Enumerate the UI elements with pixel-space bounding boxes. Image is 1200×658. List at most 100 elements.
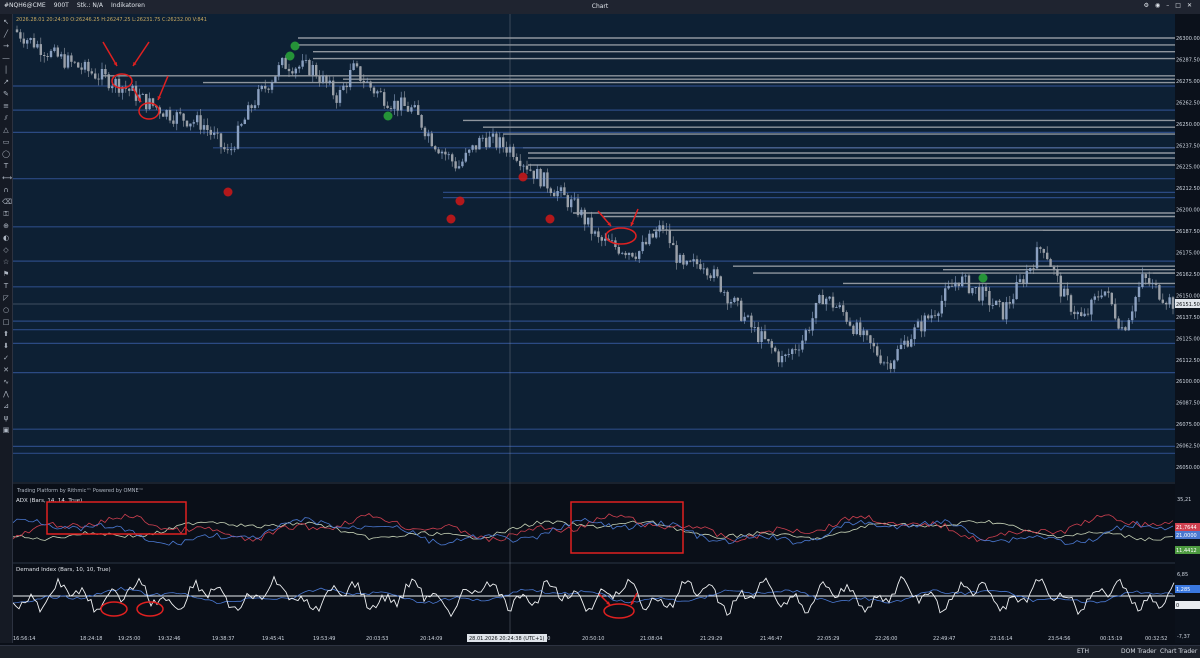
close-icon[interactable]: ✕ <box>1187 2 1192 9</box>
check-tool-icon[interactable]: ✓ <box>2 354 10 362</box>
candle-body <box>56 47 59 57</box>
candle-body <box>321 75 325 83</box>
cross-tool-icon[interactable]: ✕ <box>2 366 10 374</box>
line-tool-icon[interactable]: ╱ <box>2 30 10 38</box>
price-axis-label: 26087.50 <box>1176 401 1200 407</box>
demand-axis-bottom: -7,37 <box>1177 634 1190 640</box>
arrow-down-tool-icon[interactable]: ⬇ <box>2 342 10 350</box>
candle-body <box>675 245 678 263</box>
candle-body <box>1012 299 1015 304</box>
zigzag-tool-icon[interactable]: ⋀ <box>2 390 10 398</box>
magnet-tool-icon[interactable]: ∩ <box>2 186 10 194</box>
channel-tool-icon[interactable]: ⫽ <box>2 114 10 122</box>
candle-body <box>893 360 896 369</box>
measure-tool-icon[interactable]: ⟷ <box>2 174 12 182</box>
candle-body <box>1083 313 1086 317</box>
lock-tool-icon[interactable]: ⚿ <box>2 210 10 218</box>
session-selector[interactable]: ETH <box>1077 648 1089 655</box>
candle-body <box>699 264 702 270</box>
candle-body <box>219 133 223 147</box>
callout-tool-icon[interactable]: ◸ <box>2 294 10 302</box>
zoom-tool-icon[interactable]: ⊕ <box>2 222 10 230</box>
candle-body <box>872 342 875 347</box>
chart-canvas[interactable]: 2026.28.01 20:24:30 O:26246.25 H:26247.2… <box>12 14 1175 643</box>
settings-gear-icon[interactable]: ⚙ <box>1144 2 1149 9</box>
candle-body <box>760 331 763 342</box>
candle-body <box>678 254 682 263</box>
star-tool-icon[interactable]: ☆ <box>2 258 10 266</box>
chart-trader-button[interactable]: Chart Trader <box>1160 648 1197 655</box>
time-axis-label: 19:32:46 <box>158 636 180 642</box>
triangle-tool-icon[interactable]: △ <box>2 126 10 134</box>
candle-body <box>716 269 719 277</box>
stk-field[interactable]: Stk.: N/A <box>77 2 103 9</box>
candle-body <box>648 233 651 245</box>
candle-body <box>481 137 484 139</box>
candle-body <box>1090 299 1093 315</box>
time-axis-label: 16:56:14 <box>13 636 35 642</box>
square-tool-icon[interactable]: □ <box>2 318 10 326</box>
bar-type-selector[interactable]: 900T <box>54 2 69 9</box>
trash-tool-icon[interactable]: ▣ <box>2 426 10 434</box>
value-axis[interactable]: 26300.00 26287.50 26275.00 26262.50 26250.00… <box>1175 14 1200 643</box>
candle-body <box>933 315 937 317</box>
text-tool-icon[interactable]: T <box>2 162 10 170</box>
price-axis-label: 26275.00 <box>1176 79 1200 85</box>
arrow-up-tool-icon[interactable]: ⬆ <box>2 330 10 338</box>
candle-body <box>845 312 848 322</box>
candle-body <box>1097 296 1100 298</box>
candle-body <box>230 149 233 151</box>
indicators-button[interactable]: Indikatoren <box>111 2 145 9</box>
price-panel-bg <box>13 14 1175 482</box>
time-axis-label: 19:45:41 <box>262 636 284 642</box>
candle-body <box>821 295 824 305</box>
time-axis-label: 23:54:56 <box>1048 636 1070 642</box>
cursor-tool-icon[interactable]: ↖ <box>2 18 10 26</box>
ray-tool-icon[interactable]: → <box>2 42 10 50</box>
text-label-tool-icon[interactable]: T <box>2 282 10 290</box>
candle-body <box>83 61 87 70</box>
sell-signal-marker <box>455 196 465 206</box>
horizontal-line-icon[interactable]: ― <box>2 54 10 62</box>
candle-body <box>185 120 189 127</box>
candle-body <box>46 56 49 57</box>
candle-body <box>862 330 865 336</box>
candle-body <box>15 29 19 33</box>
candle-body <box>913 327 916 340</box>
candle-body <box>746 315 750 317</box>
candle-body <box>1141 274 1144 287</box>
price-axis-labels: 26300.00 26287.50 26275.00 26262.50 26250.00… <box>1176 36 1200 471</box>
wave-tool-icon[interactable]: ∿ <box>2 378 10 386</box>
candle-body <box>651 233 654 238</box>
fib-tool-icon[interactable]: ≡ <box>2 102 10 110</box>
instrument-selector[interactable]: #NQH6@CME <box>4 2 46 9</box>
flag-tool-icon[interactable]: ⚑ <box>2 270 10 278</box>
sell-signal-marker <box>223 187 233 197</box>
arrow-tool-icon[interactable]: ↗ <box>2 78 10 86</box>
candle-body <box>43 55 46 56</box>
circle-tool-icon[interactable]: ○ <box>2 306 10 314</box>
adx-axis-top: 35,21 <box>1177 497 1191 503</box>
vertical-line-icon[interactable]: │ <box>2 66 10 74</box>
candle-body <box>304 60 308 61</box>
candle-body <box>488 136 491 148</box>
price-axis-label: 26262.50 <box>1176 100 1200 106</box>
ellipse-tool-icon[interactable]: ◯ <box>2 150 10 158</box>
gann-tool-icon[interactable]: ⊿ <box>2 402 10 410</box>
minimize-icon[interactable]: – <box>1166 2 1169 9</box>
candle-body <box>903 340 906 345</box>
eye-tool-icon[interactable]: ◐ <box>2 234 10 242</box>
rectangle-tool-icon[interactable]: ▭ <box>2 138 10 146</box>
chart-area[interactable]: 2026.28.01 20:24:30 O:26246.25 H:26247.2… <box>12 14 1175 643</box>
diamond-tool-icon[interactable]: ◇ <box>2 246 10 254</box>
candle-body <box>189 123 192 127</box>
candle-body <box>661 225 665 230</box>
pencil-tool-icon[interactable]: ✎ <box>2 90 10 98</box>
pitchfork-tool-icon[interactable]: ψ <box>2 414 10 422</box>
candle-body <box>447 154 450 156</box>
candle-body <box>852 325 855 334</box>
camera-icon[interactable]: ◉ <box>1155 2 1160 9</box>
dom-trader-button[interactable]: DOM Trader <box>1121 648 1156 655</box>
eraser-tool-icon[interactable]: ⌫ <box>2 198 12 206</box>
maximize-icon[interactable]: □ <box>1175 2 1181 9</box>
